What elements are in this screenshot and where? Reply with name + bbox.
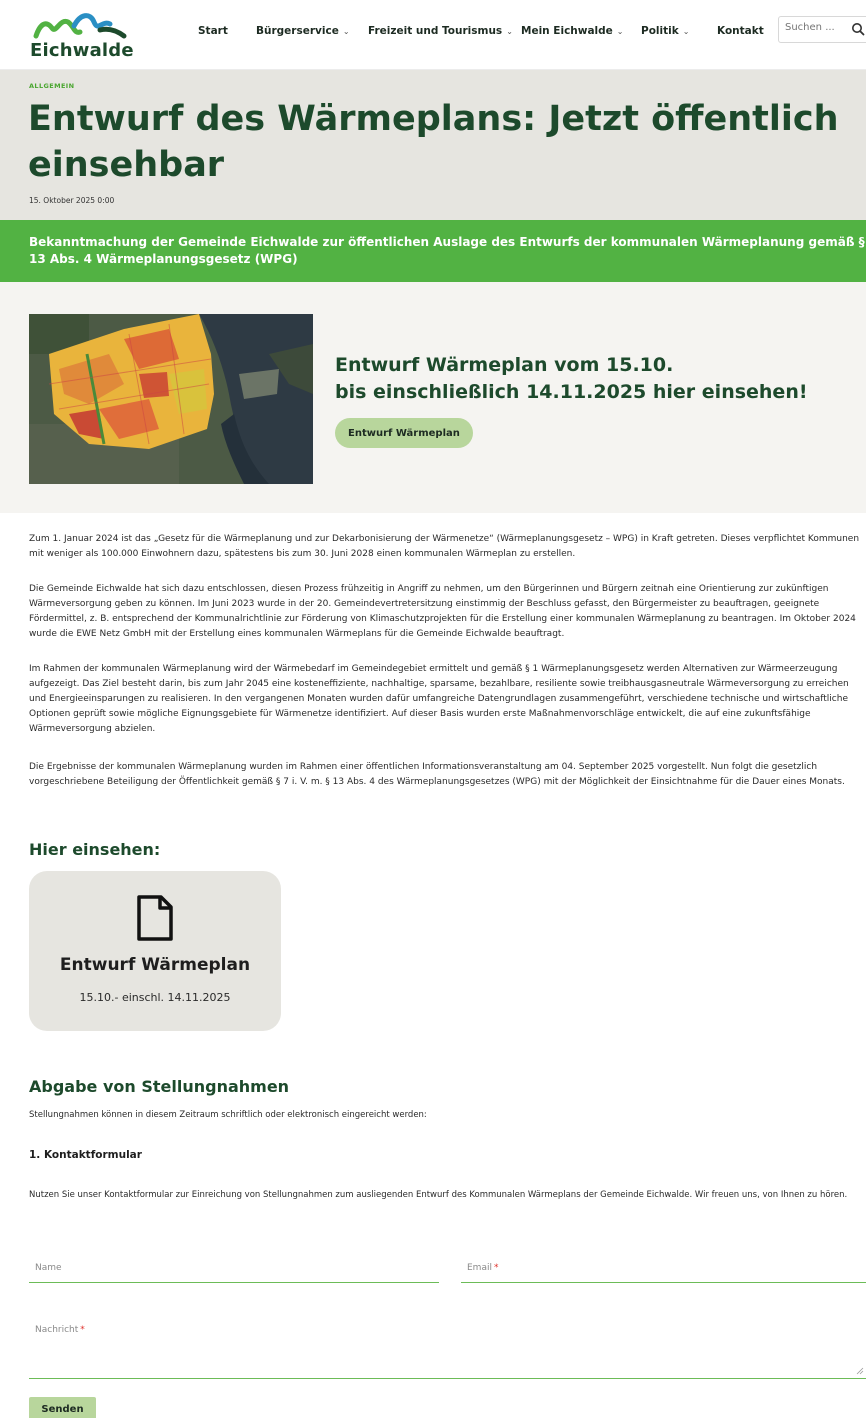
nav-item-buergerservice[interactable]: Bürgerservice ⌄ [256,25,350,37]
name-label: Name [35,1263,62,1273]
entwurf-waermeplan-button[interactable]: Entwurf Wärmeplan [335,418,473,448]
required-mark: * [80,1325,85,1335]
body-paragraph-2: Die Gemeinde Eichwalde hat sich dazu ent… [29,584,856,639]
resize-grip-icon[interactable] [856,1367,864,1375]
logo-text: Eichwalde [30,40,134,61]
search-input[interactable] [785,22,845,33]
nav-label: Start [198,25,228,37]
search-icon[interactable] [851,22,865,36]
email-field[interactable]: Email * [461,1258,866,1283]
statements-heading: Abgabe von Stellungnahmen [29,1077,290,1096]
email-label: Email * [467,1263,498,1273]
notice-line-1: Bekanntmachung der Gemeinde Eichwalde zu… [29,235,866,249]
nav-item-mein-eichwalde[interactable]: Mein Eichwalde ⌄ [521,25,624,37]
category-label[interactable]: ALLGEMEIN [29,82,74,90]
email-label-text: Email [467,1263,492,1273]
search-box[interactable] [778,16,866,43]
message-field[interactable]: Nachricht * [29,1318,866,1379]
document-icon [137,895,173,941]
nav-item-kontakt[interactable]: Kontakt [717,25,764,37]
chevron-down-icon: ⌄ [682,26,690,36]
nav-item-politik[interactable]: Politik ⌄ [641,25,689,37]
publish-date: 15. Oktober 2025 0:00 [29,196,115,205]
aerial-heatmap-image [29,314,313,484]
document-card-title: Entwurf Wärmeplan [59,955,251,975]
form-intro: Nutzen Sie unser Kontaktformular zur Ein… [29,1190,848,1200]
chevron-down-icon: ⌄ [342,26,350,36]
logo-wave-icon [33,13,127,39]
hero-heading: Entwurf Wärmeplan vom 15.10. bis einschl… [335,352,808,406]
nav-label: Bürgerservice [256,25,339,37]
nav-label: Freizeit und Tourismus [368,25,503,37]
site-header: Eichwalde Start Bürgerservice ⌄ Freizeit… [0,0,866,70]
nav-label: Mein Eichwalde [521,25,613,37]
contact-form-heading: 1. Kontaktformular [29,1149,142,1161]
required-mark: * [493,1263,499,1273]
send-button[interactable]: Senden [29,1397,96,1418]
document-card-date: 15.10.- einschl. 14.11.2025 [79,991,231,1004]
body-paragraph-4: Die Ergebnisse der kommunalen Wärmeplanu… [29,762,845,787]
nav-label: Politik [641,25,679,37]
chevron-down-icon: ⌄ [506,26,513,36]
page-title: Entwurf des Wärmeplans: Jetzt öffentlich… [28,99,839,185]
nav-label: Kontakt [717,25,764,37]
name-field[interactable]: Name [29,1258,439,1283]
site-logo[interactable]: Eichwalde [28,6,138,64]
document-card[interactable]: Entwurf Wärmeplan 15.10.- einschl. 14.11… [29,871,281,1031]
notice-text: Bekanntmachung der Gemeinde Eichwalde zu… [29,234,866,268]
chevron-down-icon: ⌄ [616,26,624,36]
hero-heading-line-2: bis einschließlich 14.11.2025 hier einse… [335,381,808,403]
hero-heading-line-1: Entwurf Wärmeplan vom 15.10. [335,354,674,376]
view-heading: Hier einsehen: [29,840,161,859]
message-label: Nachricht * [35,1325,85,1335]
notice-line-2: 13 Abs. 4 Wärmeplanungsgesetz (WPG) [29,252,298,266]
message-label-text: Nachricht [35,1325,79,1335]
body-paragraph-1: Zum 1. Januar 2024 ist das „Gesetz für d… [29,534,860,559]
body-paragraph-3: Im Rahmen der kommunalen Wärmeplanung wi… [29,664,849,734]
statements-intro: Stellungnahmen können in diesem Zeitraum… [29,1110,427,1120]
nav-item-start[interactable]: Start [198,25,228,37]
nav-item-freizeit[interactable]: Freizeit und Tourismus ⌄ [368,25,513,37]
